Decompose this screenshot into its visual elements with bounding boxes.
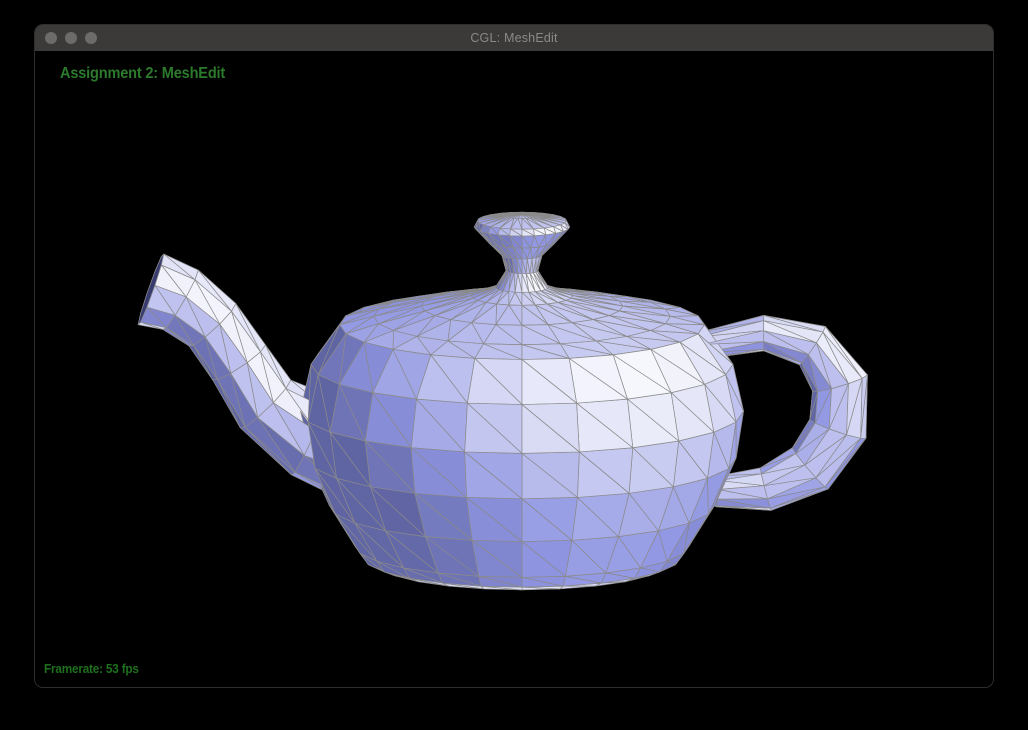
app-window: CGL: MeshEdit Assignment 2: MeshEdit Fra… — [34, 24, 994, 688]
viewport: Assignment 2: MeshEdit Framerate: 53 fps — [35, 51, 993, 687]
mesh-viewport-canvas[interactable] — [35, 51, 993, 687]
window-controls — [45, 32, 97, 44]
window-title: CGL: MeshEdit — [35, 25, 993, 51]
close-button[interactable] — [45, 32, 57, 44]
title-bar[interactable]: CGL: MeshEdit — [35, 25, 993, 51]
assignment-title: Assignment 2: MeshEdit — [60, 65, 225, 83]
minimize-button[interactable] — [65, 32, 77, 44]
framerate-text: Framerate: 53 fps — [44, 662, 139, 676]
zoom-button[interactable] — [85, 32, 97, 44]
